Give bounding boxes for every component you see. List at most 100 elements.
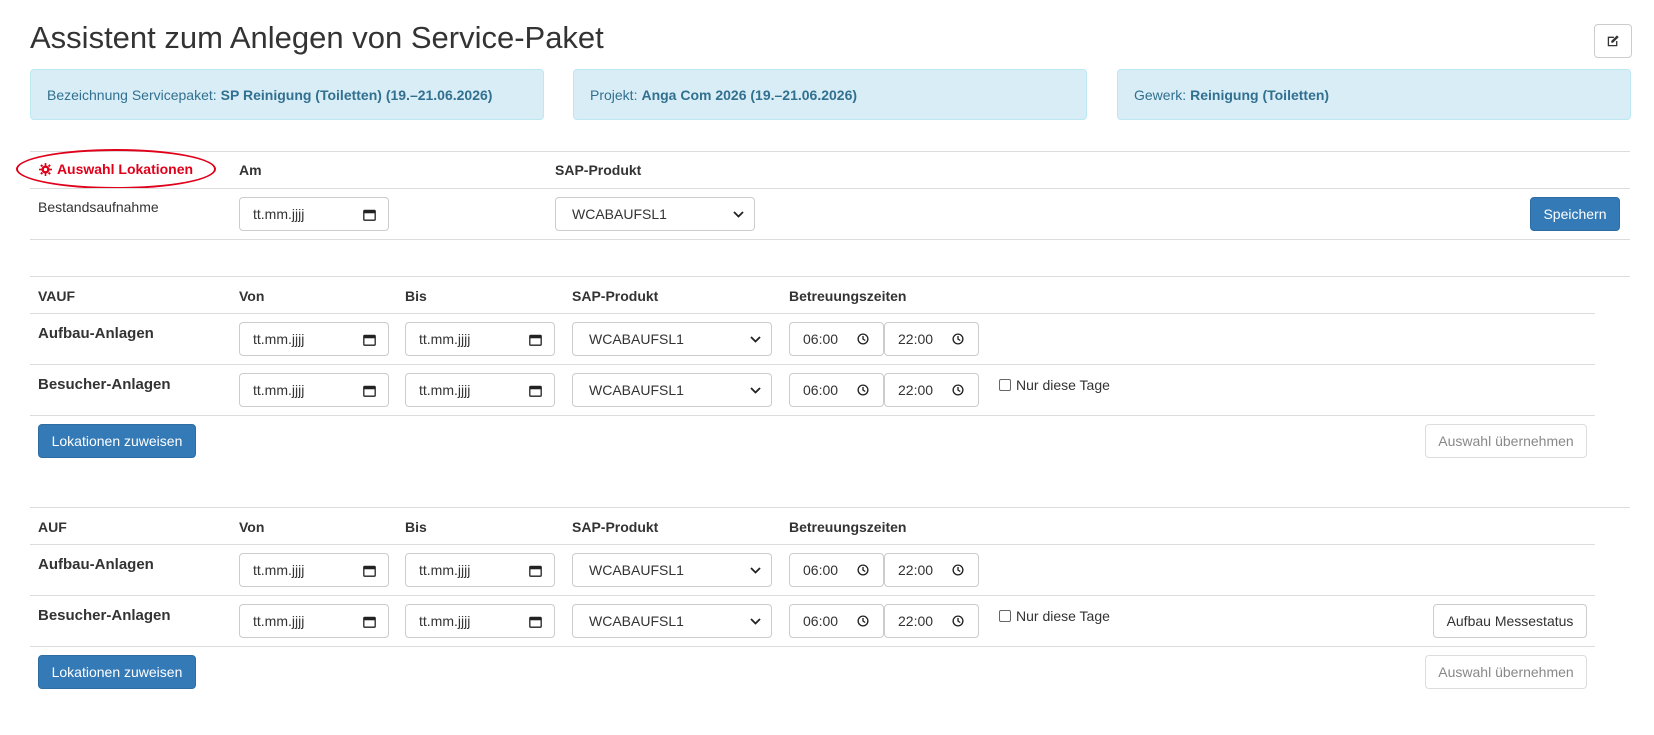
edit-button[interactable] [1594, 24, 1632, 58]
column-header-betreuungszeiten: Betreuungszeiten [789, 519, 907, 535]
date-placeholder: tt.mm.jjjj [253, 613, 305, 629]
checkbox-label: Nur diese Tage [1016, 608, 1110, 624]
info-servicepaket: Bezeichnung Servicepaket: SP Reinigung (… [30, 69, 544, 120]
vauf-besucher-bis-input[interactable]: tt.mm.jjjj [405, 373, 555, 407]
vauf-aufbau-start-time[interactable]: 06:00 [789, 322, 884, 356]
date-placeholder: tt.mm.jjjj [419, 613, 471, 629]
chevron-down-icon [733, 210, 744, 218]
checkbox-box[interactable] [999, 610, 1011, 622]
checkbox-box[interactable] [999, 379, 1011, 391]
vauf-besucher-sap-select[interactable]: WCABAUFSL1 [572, 373, 772, 407]
checkbox-label: Nur diese Tage [1016, 377, 1110, 393]
lokationen-zuweisen-button[interactable]: Lokationen zuweisen [38, 424, 196, 458]
nur-diese-tage-checkbox[interactable]: Nur diese Tage [999, 377, 1110, 393]
auf-besucher-bis-input[interactable]: tt.mm.jjjj [405, 604, 555, 638]
auf-aufbau-bis-input[interactable]: tt.mm.jjjj [405, 553, 555, 587]
auf-aufbau-start-time[interactable]: 06:00 [789, 553, 884, 587]
auf-besucher-end-time[interactable]: 22:00 [884, 604, 979, 638]
time-value: 06:00 [803, 613, 839, 629]
date-placeholder: tt.mm.jjjj [253, 206, 305, 222]
time-value: 22:00 [898, 613, 934, 629]
select-value: WCABAUFSL1 [589, 562, 684, 578]
time-value: 22:00 [898, 382, 934, 398]
lokationen-zuweisen-button[interactable]: Lokationen zuweisen [38, 655, 196, 689]
auf-aufbau-von-input[interactable]: tt.mm.jjjj [239, 553, 389, 587]
calendar-icon [363, 208, 376, 221]
divider [30, 415, 1595, 416]
date-placeholder: tt.mm.jjjj [419, 382, 471, 398]
column-header-am: Am [239, 162, 262, 178]
column-header-bis: Bis [405, 519, 427, 535]
info-servicepaket-label: Bezeichnung Servicepaket: [47, 86, 217, 103]
calendar-icon [363, 564, 376, 577]
chevron-down-icon [750, 386, 761, 394]
vauf-besucher-von-input[interactable]: tt.mm.jjjj [239, 373, 389, 407]
time-value: 22:00 [898, 562, 934, 578]
save-button[interactable]: Speichern [1530, 197, 1620, 231]
select-value: WCABAUFSL1 [572, 206, 667, 222]
section-title-auf: AUF [38, 519, 67, 535]
divider [30, 151, 1630, 152]
clock-icon [952, 615, 964, 627]
date-placeholder: tt.mm.jjjj [419, 562, 471, 578]
time-value: 06:00 [803, 331, 839, 347]
calendar-icon [529, 564, 542, 577]
column-header-betreuungszeiten: Betreuungszeiten [789, 288, 907, 304]
aufbau-messestatus-button[interactable]: Aufbau Messestatus [1433, 604, 1587, 638]
divider [30, 507, 1630, 508]
divider [30, 364, 1595, 365]
column-header-von: Von [239, 519, 265, 535]
vauf-aufbau-sap-select[interactable]: WCABAUFSL1 [572, 322, 772, 356]
divider [30, 276, 1630, 277]
divider [30, 544, 1595, 545]
edit-icon [1606, 34, 1620, 48]
vauf-besucher-end-time[interactable]: 22:00 [884, 373, 979, 407]
row-label-besucher-anlagen: Besucher-Anlagen [38, 607, 171, 624]
nur-diese-tage-checkbox[interactable]: Nur diese Tage [999, 608, 1110, 624]
column-header-sap-produkt: SAP-Produkt [572, 519, 659, 535]
calendar-icon [363, 615, 376, 628]
bestand-sap-select[interactable]: WCABAUFSL1 [555, 197, 755, 231]
time-value: 06:00 [803, 562, 839, 578]
clock-icon [857, 384, 869, 396]
date-placeholder: tt.mm.jjjj [419, 331, 471, 347]
select-value: WCABAUFSL1 [589, 331, 684, 347]
auf-aufbau-end-time[interactable]: 22:00 [884, 553, 979, 587]
bestand-date-input[interactable]: tt.mm.jjjj [239, 197, 389, 231]
tab-auswahl-lokationen[interactable]: Auswahl Lokationen [16, 149, 216, 189]
auf-besucher-start-time[interactable]: 06:00 [789, 604, 884, 638]
vauf-aufbau-end-time[interactable]: 22:00 [884, 322, 979, 356]
divider [30, 595, 1595, 596]
auswahl-uebernehmen-button[interactable]: Auswahl übernehmen [1425, 424, 1587, 458]
row-label-aufbau-anlagen: Aufbau-Anlagen [38, 325, 154, 342]
auf-aufbau-sap-select[interactable]: WCABAUFSL1 [572, 553, 772, 587]
clock-icon [857, 615, 869, 627]
clock-icon [857, 564, 869, 576]
calendar-icon [363, 333, 376, 346]
info-projekt-value: Anga Com 2026 (19.–21.06.2026) [641, 86, 858, 103]
date-placeholder: tt.mm.jjjj [253, 562, 305, 578]
auswahl-uebernehmen-button[interactable]: Auswahl übernehmen [1425, 655, 1587, 689]
tab-label: Auswahl Lokationen [56, 161, 194, 177]
gear-icon [38, 162, 52, 176]
info-gewerk: Gewerk: Reinigung (Toiletten) [1117, 69, 1631, 120]
row-label-aufbau-anlagen: Aufbau-Anlagen [38, 556, 154, 573]
info-servicepaket-value: SP Reinigung (Toiletten) (19.–21.06.2026… [220, 86, 493, 103]
info-projekt: Projekt: Anga Com 2026 (19.–21.06.2026) [573, 69, 1087, 120]
calendar-icon [529, 333, 542, 346]
info-gewerk-label: Gewerk: [1134, 86, 1187, 103]
auf-besucher-von-input[interactable]: tt.mm.jjjj [239, 604, 389, 638]
chevron-down-icon [750, 335, 761, 343]
divider [30, 646, 1595, 647]
vauf-aufbau-bis-input[interactable]: tt.mm.jjjj [405, 322, 555, 356]
row-label-besucher-anlagen: Besucher-Anlagen [38, 376, 171, 393]
auf-besucher-sap-select[interactable]: WCABAUFSL1 [572, 604, 772, 638]
chevron-down-icon [750, 566, 761, 574]
vauf-aufbau-von-input[interactable]: tt.mm.jjjj [239, 322, 389, 356]
select-value: WCABAUFSL1 [589, 613, 684, 629]
chevron-down-icon [750, 617, 761, 625]
column-header-sap-produkt: SAP-Produkt [555, 162, 642, 178]
divider [30, 188, 1630, 189]
column-header-von: Von [239, 288, 265, 304]
vauf-besucher-start-time[interactable]: 06:00 [789, 373, 884, 407]
